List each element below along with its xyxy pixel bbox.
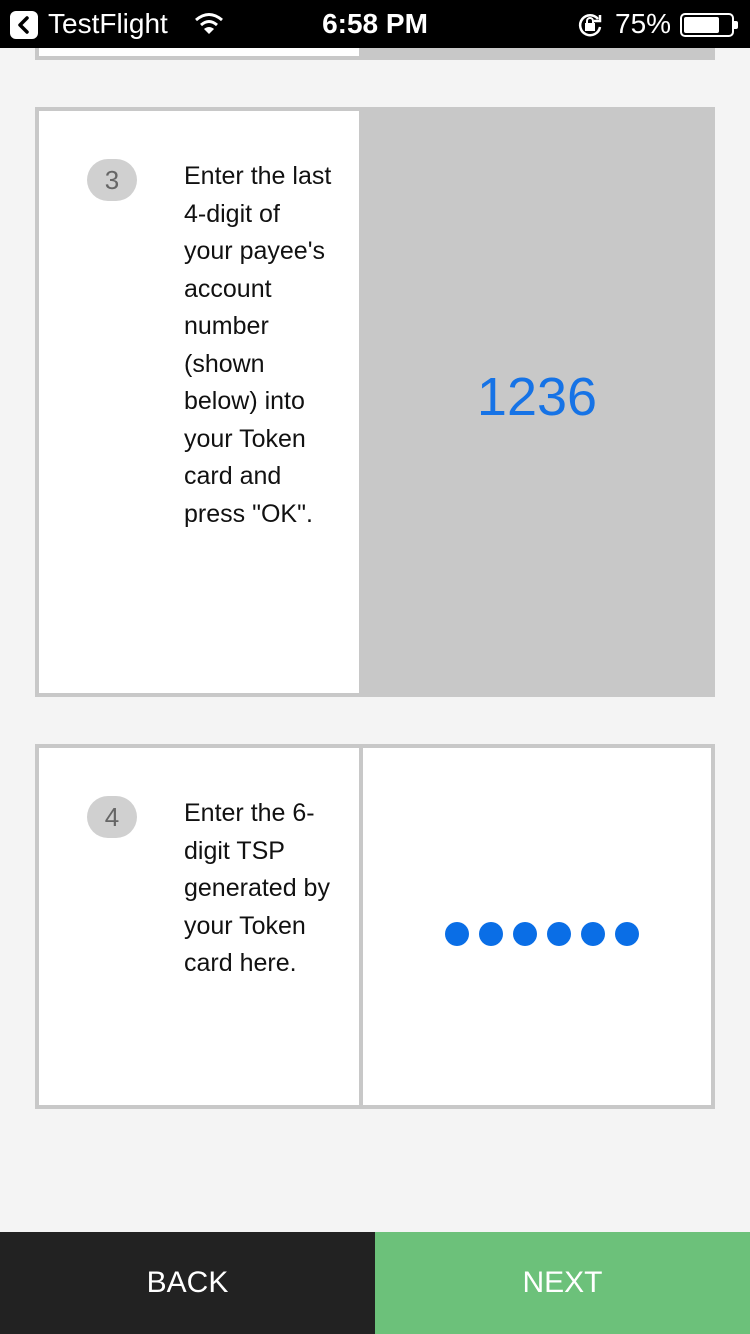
tsp-digit-dot <box>479 922 503 946</box>
step-3-account-panel: 1236 <box>359 111 715 693</box>
battery-icon <box>680 13 738 37</box>
step-3-card: 3 Enter the last 4-digit of your payee's… <box>35 107 715 697</box>
tsp-masked-dots <box>445 922 649 946</box>
step-3-number-badge: 3 <box>87 159 137 201</box>
step-4-card: 4 Enter the 6-digit TSP generated by you… <box>35 744 715 1109</box>
status-bar: TestFlight 6:58 PM 75% <box>0 0 750 48</box>
tsp-digit-dot <box>547 922 571 946</box>
step-4-number-badge: 4 <box>87 796 137 838</box>
account-last-4-digits: 1236 <box>476 367 598 427</box>
step-3-instruction-text: Enter the last 4-digit of your payee's a… <box>184 162 332 528</box>
back-button[interactable]: BACK <box>0 1232 375 1334</box>
battery-percent: 75% <box>615 8 672 39</box>
tsp-digit-dot <box>445 922 469 946</box>
tsp-digit-dot <box>615 922 639 946</box>
step-2-card-edge <box>35 48 715 60</box>
step-4-instruction-text: Enter the 6-digit TSP generated by your … <box>184 799 330 977</box>
tsp-digit-dot <box>513 922 537 946</box>
step-4-instructions: 4 Enter the 6-digit TSP generated by you… <box>39 748 359 1105</box>
step-3-instructions: 3 Enter the last 4-digit of your payee's… <box>39 111 359 693</box>
tsp-input-field[interactable] <box>363 748 711 1105</box>
tsp-digit-dot <box>581 922 605 946</box>
next-button[interactable]: NEXT <box>375 1232 750 1334</box>
rotation-lock-icon <box>576 11 604 44</box>
battery-fill <box>684 17 719 33</box>
